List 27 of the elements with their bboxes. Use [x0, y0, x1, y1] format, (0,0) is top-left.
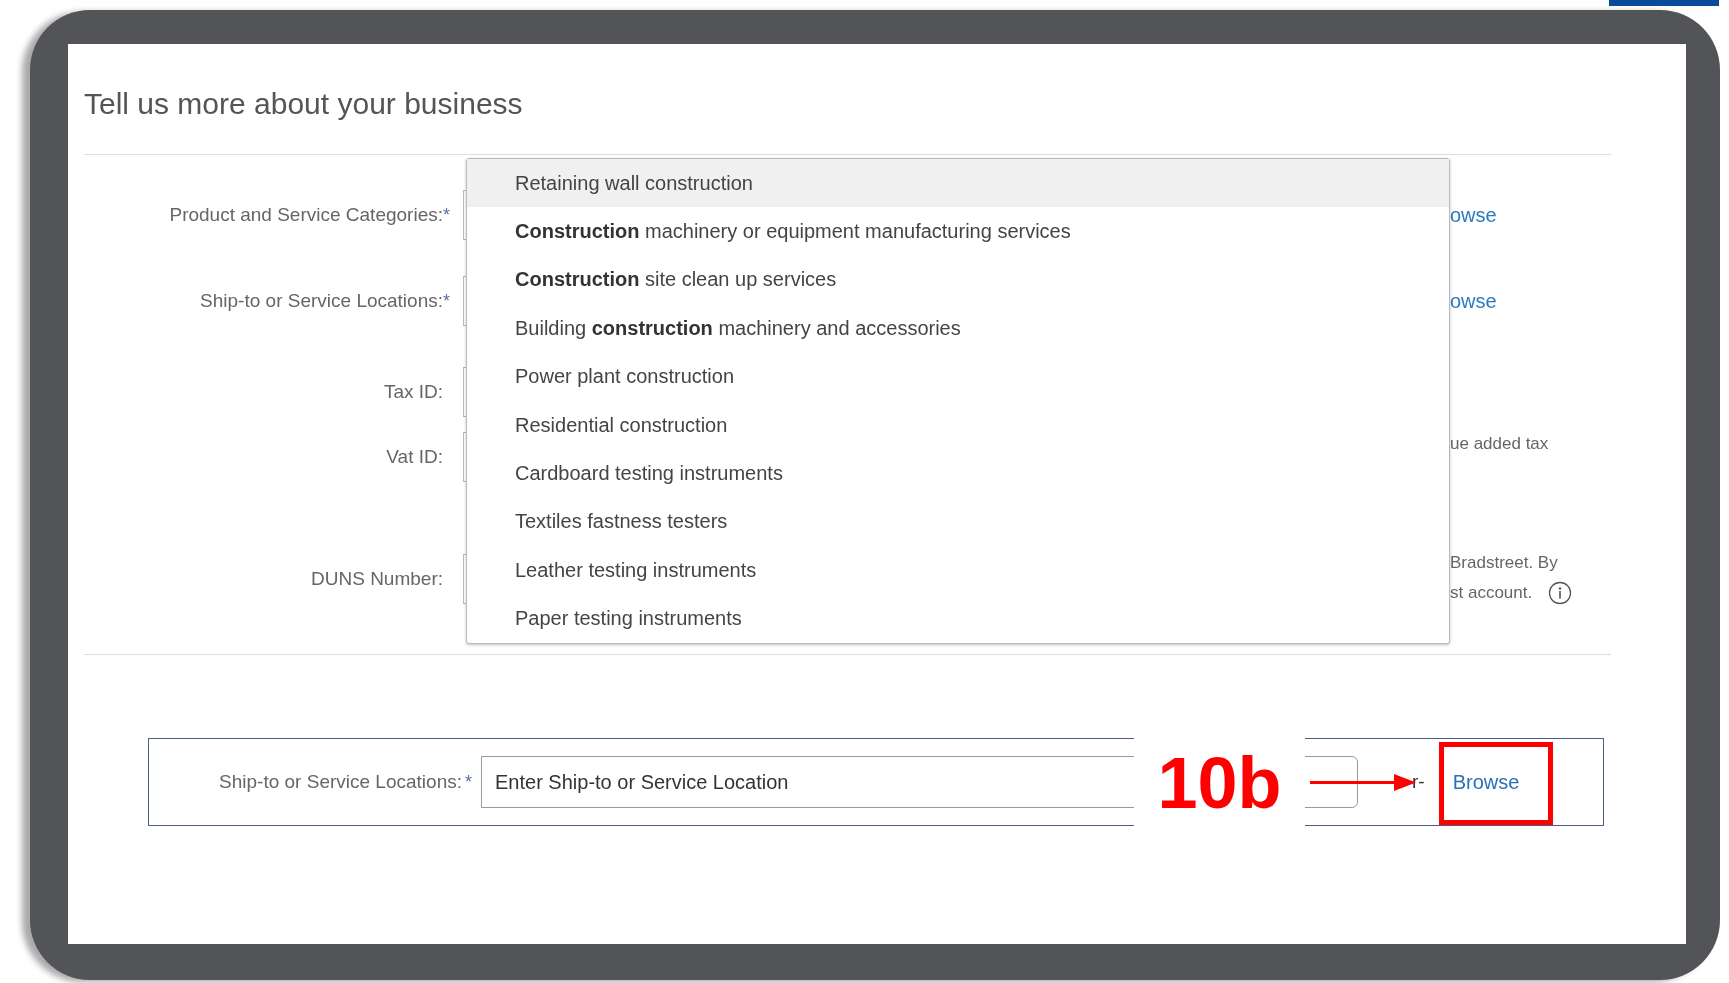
field-label: Tax ID:: [383, 381, 443, 403]
dropdown-item[interactable]: Building construction machinery and accessories: [467, 304, 1449, 353]
dropdown-item[interactable]: Leather testing instruments: [467, 546, 1449, 595]
field-label: Ship-to or Service Locations:: [200, 290, 443, 312]
dropdown-item[interactable]: Residential construction: [467, 400, 1449, 450]
required-mark: *: [443, 290, 451, 312]
hint-text: ue added tax: [1450, 434, 1549, 454]
dropdown-item[interactable]: Power plant construction: [467, 352, 1449, 401]
page-title: Tell us more about your business: [84, 86, 523, 122]
field-label: Vat ID:: [386, 446, 443, 468]
required-mark: *: [443, 204, 451, 226]
info-icon[interactable]: [1548, 581, 1573, 605]
separator-text: r-: [1412, 771, 1425, 793]
dropdown-item[interactable]: Construction machinery or equipment manufacturing services: [467, 207, 1449, 256]
hint-text: st account.: [1450, 583, 1533, 603]
dropdown-item[interactable]: Retaining wall construction: [467, 159, 1449, 208]
dropdown-item[interactable]: Paper testing instruments: [467, 594, 1449, 643]
dropdown-item[interactable]: Construction site clean up services: [467, 255, 1449, 305]
field-label: Product and Service Categories:: [169, 204, 443, 226]
browse-link[interactable]: Browse: [1452, 770, 1520, 794]
dropdown-item[interactable]: Cardboard testing instruments: [467, 449, 1449, 498]
hint-text: Bradstreet. By: [1450, 553, 1558, 573]
field-label: DUNS Number:: [311, 568, 443, 590]
browse-link[interactable]: owse: [1450, 289, 1686, 313]
browse-link[interactable]: owse: [1450, 203, 1686, 227]
dropdown-item[interactable]: Textiles fastness testers: [467, 497, 1449, 547]
field-label: Ship-to or Service Locations:*: [218, 771, 472, 793]
